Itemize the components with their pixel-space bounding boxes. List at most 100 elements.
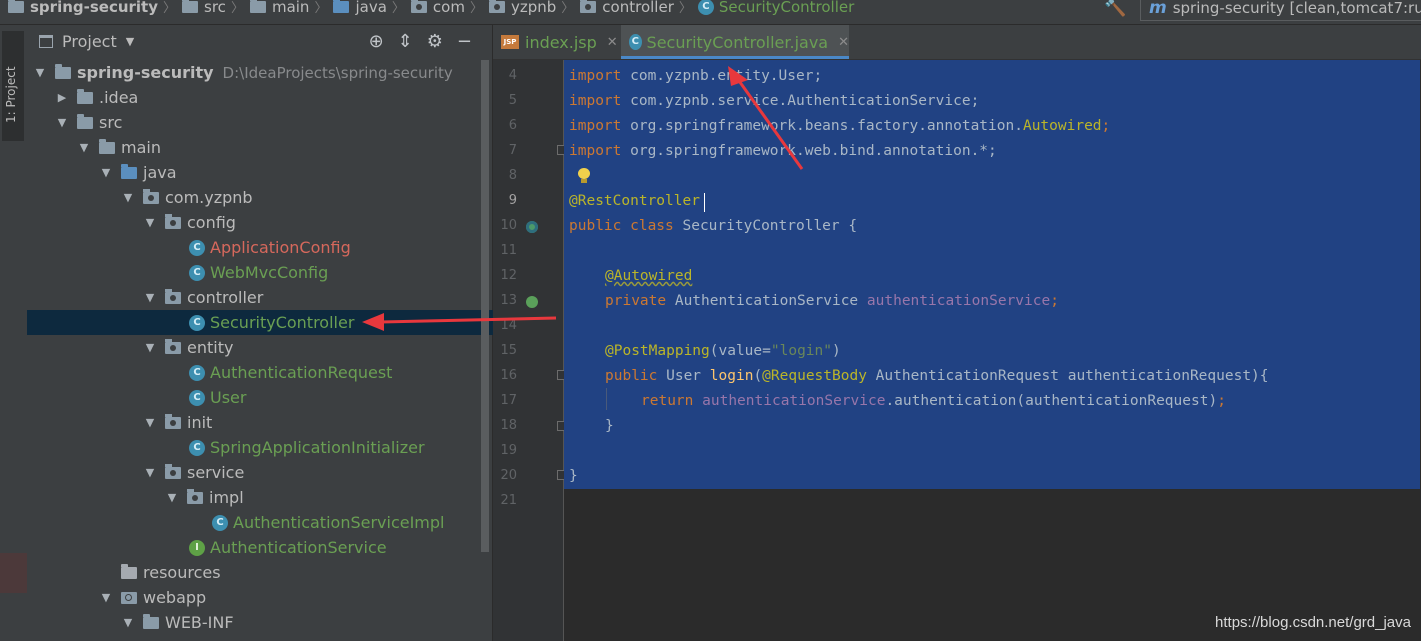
hide-icon[interactable]: −	[457, 31, 472, 52]
crumb-project[interactable]: spring-security	[8, 0, 158, 16]
tree-item-java[interactable]: ▼ java	[27, 160, 554, 185]
code-text: }	[569, 468, 578, 484]
keyword: private	[605, 293, 667, 309]
tree-item-project-root[interactable]: ▼ spring-security D:\IdeaProjects\spring-s…	[27, 60, 488, 85]
keyword: return	[641, 393, 694, 409]
expand-arrow-icon[interactable]: ▼	[77, 141, 91, 154]
tree-item-label: spring-security	[77, 63, 214, 82]
line-number: 8	[508, 168, 517, 183]
crumb-controller[interactable]: controller	[580, 0, 674, 16]
chevron-right-icon: 〉	[678, 1, 692, 16]
tree-scrollbar[interactable]	[481, 60, 489, 552]
tree-item-label: .idea	[99, 88, 139, 107]
tab-index-jsp[interactable]: JSP index.jsp ✕	[501, 25, 618, 59]
chevron-right-icon: 〉	[314, 1, 328, 16]
close-icon[interactable]: ✕	[838, 35, 849, 50]
code-editor[interactable]: import com.yzpnb.entity.User; import com…	[564, 60, 1421, 641]
line-number: 4	[508, 68, 517, 83]
crumb-class[interactable]: C SecurityController	[697, 0, 855, 16]
expand-arrow-icon[interactable]: ▼	[143, 466, 157, 479]
crumb-java[interactable]: java	[333, 0, 387, 16]
close-icon[interactable]: ✕	[607, 35, 618, 50]
code-line-10: public class SecurityController {	[569, 214, 857, 239]
tree-item-label: WEB-INF	[165, 613, 234, 632]
tree-item-label: impl	[209, 488, 244, 507]
folder-icon	[77, 113, 93, 129]
expand-arrow-icon[interactable]: ▼	[99, 166, 113, 179]
run-configuration-selector[interactable]: m spring-security [clean,tomcat7:run	[1140, 0, 1421, 21]
spring-bean-icon[interactable]	[526, 221, 538, 233]
keyword: public class	[569, 218, 674, 234]
expand-arrow-icon[interactable]: ▼	[143, 416, 157, 429]
annotation-text: @RequestBody	[762, 368, 867, 384]
chevron-right-icon: 〉	[391, 1, 405, 16]
expand-arrow-icon[interactable]: ▼	[143, 341, 157, 354]
tree-item-main[interactable]: ▼ main	[27, 135, 532, 160]
resources-folder-icon	[121, 563, 137, 579]
project-icon	[38, 35, 53, 48]
crumb-src-label: src	[204, 0, 226, 16]
expand-arrow-icon[interactable]: ▼	[121, 191, 135, 204]
collapse-all-icon[interactable]: ⇕	[398, 31, 413, 52]
maven-icon: m	[1149, 0, 1167, 18]
tree-item-webapp[interactable]: ▼ webapp	[27, 585, 554, 610]
editor-tab-bar: JSP index.jsp ✕ C SecurityController.jav…	[493, 25, 1421, 60]
hammer-icon[interactable]: 🔨	[1104, 0, 1126, 18]
package-icon	[165, 213, 181, 229]
crumb-java-label: java	[355, 0, 387, 16]
package-icon	[165, 413, 181, 429]
tree-item-label: service	[187, 463, 245, 482]
crumb-yzpnb[interactable]: yzpnb	[488, 0, 556, 16]
method-name: login	[709, 368, 754, 384]
code-line-18: }	[605, 414, 614, 439]
project-path: D:\IdeaProjects\spring-security	[222, 63, 453, 82]
folder-icon	[182, 0, 199, 13]
code-text: User	[657, 368, 710, 384]
autowired-bean-icon[interactable]	[526, 296, 538, 308]
crumb-main[interactable]: main	[249, 0, 309, 16]
project-view-selector[interactable]: Project ▼	[38, 32, 134, 51]
code-text: AuthenticationService	[666, 293, 867, 309]
crumb-class-label: SecurityController	[718, 0, 855, 16]
line-number: 17	[500, 393, 517, 408]
code-text: org.springframework.web.bind.annotation.…	[621, 143, 997, 159]
class-icon: C	[189, 389, 205, 406]
code-line-4: import com.yzpnb.entity.User;	[569, 64, 822, 89]
expand-arrow-icon[interactable]: ▼	[55, 116, 69, 129]
tree-item-idea[interactable]: ▶ .idea	[27, 85, 510, 110]
jsp-file-icon: JSP	[501, 35, 519, 49]
tree-item-label: main	[121, 138, 161, 157]
project-tool-tab[interactable]: 1: Project	[2, 31, 24, 141]
expand-arrow-icon[interactable]: ▼	[165, 491, 179, 504]
code-line-13: private AuthenticationService authentica…	[605, 289, 1059, 314]
intention-bulb-icon[interactable]	[578, 168, 590, 183]
keyword: import	[569, 118, 622, 134]
expand-arrow-icon[interactable]: ▼	[99, 591, 113, 604]
collapsed-arrow-icon[interactable]: ▶	[55, 91, 69, 104]
line-number: 16	[500, 368, 517, 383]
editor-gutter[interactable]: 4 5 6 7 8 9 10 11 12 13 14 15 16 17 18 1…	[493, 60, 565, 641]
line-number: 7	[508, 143, 517, 158]
tab-securitycontroller-java[interactable]: C SecurityController.java ✕	[621, 25, 849, 59]
expand-arrow-icon[interactable]: ▼	[143, 291, 157, 304]
line-number: 13	[500, 293, 517, 308]
crumb-com[interactable]: com	[410, 0, 465, 16]
locate-icon[interactable]: ⊕	[369, 31, 384, 52]
crumb-src[interactable]: src	[182, 0, 226, 16]
tree-item-label: controller	[187, 288, 264, 307]
class-icon: C	[629, 34, 642, 50]
expand-arrow-icon[interactable]: ▼	[143, 216, 157, 229]
gear-icon[interactable]: ⚙	[427, 31, 443, 52]
expand-arrow-icon[interactable]: ▼	[121, 616, 135, 629]
folder-icon	[143, 613, 159, 629]
interface-icon: I	[189, 539, 205, 556]
tree-item-label: config	[187, 213, 236, 232]
code-text: }	[605, 418, 614, 434]
code-text: (	[753, 368, 763, 384]
code-line-9: @RestController	[569, 189, 700, 214]
tree-item-src[interactable]: ▼ src	[27, 110, 510, 135]
annotation-text: @RestController	[569, 193, 700, 209]
expand-arrow-icon[interactable]: ▼	[33, 66, 47, 79]
package-icon	[143, 188, 159, 204]
line-number: 10	[500, 218, 517, 233]
